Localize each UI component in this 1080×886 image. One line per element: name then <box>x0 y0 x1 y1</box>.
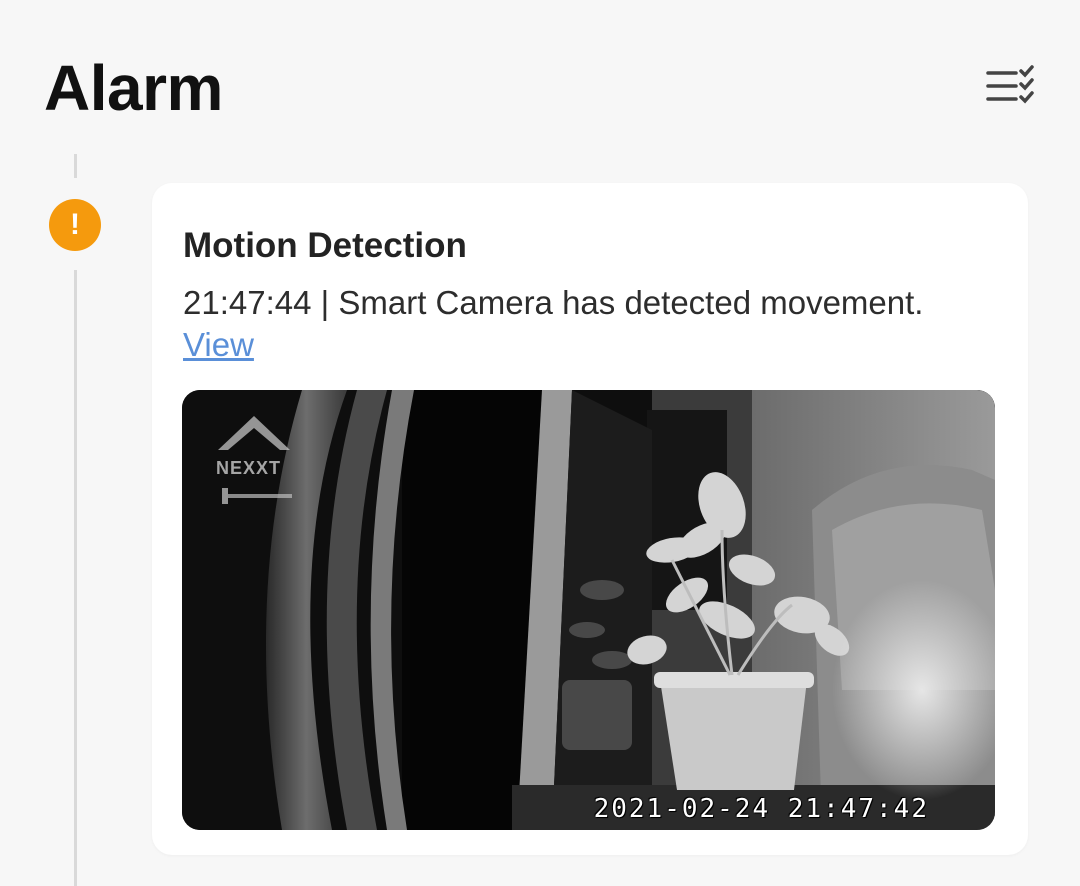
brand-watermark: NEXXT <box>216 412 296 502</box>
event-title: Motion Detection <box>183 226 467 265</box>
list-check-icon <box>986 65 1034 104</box>
page-title: Alarm <box>44 52 223 124</box>
timeline-line <box>74 154 77 178</box>
header: Alarm <box>0 0 1080 150</box>
camera-snapshot[interactable]: NEXXT 2021-02-24 21:47:42 <box>182 390 995 830</box>
snapshot-timestamp: 2021-02-24 21:47:42 <box>593 794 929 824</box>
exclamation-icon: ! <box>70 208 80 241</box>
event-description: 21:47:44 | Smart Camera has detected mov… <box>183 284 924 321</box>
view-link[interactable]: View <box>183 325 254 365</box>
camera-snapshot-image <box>182 390 995 830</box>
filter-button[interactable] <box>980 60 1040 112</box>
timeline-line <box>74 270 77 886</box>
brand-logo-text: NEXXT <box>216 458 282 478</box>
alert-status-badge: ! <box>49 199 101 251</box>
event-card[interactable]: Motion Detection 21:47:44 | Smart Camera… <box>152 183 1028 855</box>
